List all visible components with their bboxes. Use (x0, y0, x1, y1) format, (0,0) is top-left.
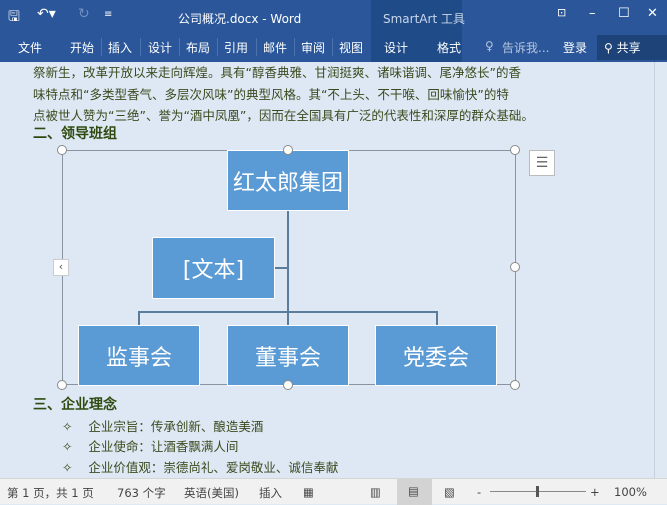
heading-leadership: 二、领导班组 (33, 126, 117, 142)
tab-home[interactable]: 开始 (70, 39, 94, 56)
tab-design[interactable]: 设计 (148, 39, 172, 56)
diamond-bullet-icon: ✧ (62, 460, 73, 475)
save-icon[interactable]: 🖫 (8, 6, 20, 30)
page-count[interactable]: 第 1 页，共 1 页 (7, 485, 94, 501)
paragraph-line: 祭新生，改革开放以来走向辉煌。具有“醇香典雅、甘润挺爽、诸味谐调、尾净悠长”的香 (33, 65, 521, 80)
person-icon: ⚲ (604, 41, 617, 55)
redo-icon[interactable]: ↻ (78, 6, 90, 22)
tell-me-input[interactable]: 告诉我... (502, 39, 549, 56)
macro-record-icon[interactable]: ▦ (303, 485, 314, 499)
resize-handle[interactable] (510, 380, 520, 390)
print-layout-button[interactable]: ▤ (397, 479, 432, 505)
status-bar: 第 1 页，共 1 页 763 个字 英语(美国) 插入 ▦ ▥ ▤ ▧ - +… (0, 478, 667, 505)
list-item: ✧ 企业使命：让酒香飘满人间 (62, 439, 239, 454)
language[interactable]: 英语(美国) (184, 485, 239, 501)
diamond-bullet-icon: ✧ (62, 439, 73, 454)
heading-philosophy: 三、企业理念 (33, 397, 117, 413)
ribbon-display-options-icon[interactable]: ⊡ (557, 6, 566, 19)
connector (138, 311, 140, 325)
zoom-level[interactable]: 100% (614, 485, 647, 499)
document-area[interactable]: 祭新生，改革开放以来走向辉煌。具有“醇香典雅、甘润挺爽、诸味谐调、尾净悠长”的香… (0, 62, 655, 478)
resize-handle[interactable] (283, 380, 293, 390)
paragraph-line: 点被世人赞为“三绝”、誉为“酒中凤凰”，因而在全国具有广泛的代表性和深厚的群众基… (33, 108, 534, 123)
document-title: 公司概况.docx - Word (178, 12, 302, 26)
login-link[interactable]: 登录 (563, 39, 587, 56)
connector (436, 311, 438, 325)
diamond-bullet-icon: ✧ (62, 419, 73, 434)
org-node-child[interactable]: 监事会 (78, 325, 200, 386)
list-item: ✧ 企业宗旨：传承创新、酿造美酒 (62, 419, 264, 434)
context-title: SmartArt 工具 (383, 12, 465, 26)
zoom-out-button[interactable]: - (477, 485, 481, 499)
tab-smartart-format[interactable]: 格式 (437, 39, 461, 56)
tab-layout[interactable]: 布局 (186, 39, 210, 56)
close-icon[interactable]: ✕ (647, 6, 658, 21)
insert-mode[interactable]: 插入 (259, 485, 282, 501)
org-node-child[interactable]: 董事会 (227, 325, 349, 386)
share-button[interactable]: ⚲ 共享 (597, 35, 667, 60)
tab-insert[interactable]: 插入 (108, 39, 132, 56)
print-layout-icon: ▤ (408, 484, 419, 498)
tab-smartart-design[interactable]: 设计 (384, 39, 408, 56)
org-node-top[interactable]: 红太郎集团 (227, 150, 349, 211)
org-node-assistant[interactable]: [文本] (152, 237, 275, 299)
read-mode-icon[interactable]: ▥ (370, 485, 381, 499)
minimize-icon[interactable]: – (589, 6, 596, 21)
resize-handle[interactable] (510, 145, 520, 155)
list-item: ✧ 企业价值观：崇德尚礼、爱岗敬业、诚信奉献 (62, 460, 339, 475)
org-node-child[interactable]: 党委会 (375, 325, 497, 386)
connector (138, 311, 437, 313)
paragraph-line: 味特点和“多类型香气、多层次风味”的典型风格。其“不上头、不干喉、回味愉快”的特 (33, 87, 509, 102)
zoom-slider-thumb[interactable] (536, 486, 539, 497)
connector (275, 267, 288, 269)
resize-handle[interactable] (57, 380, 67, 390)
resize-handle[interactable] (510, 262, 520, 272)
lightbulb-icon: ♀ (485, 39, 494, 53)
web-layout-icon[interactable]: ▧ (444, 485, 455, 499)
resize-handle[interactable] (57, 145, 67, 155)
tab-view[interactable]: 视图 (339, 39, 363, 56)
zoom-in-button[interactable]: + (590, 485, 600, 499)
layout-options-icon[interactable]: ☰ (529, 150, 555, 176)
tab-mailings[interactable]: 邮件 (263, 39, 287, 56)
tab-file[interactable]: 文件 (18, 39, 42, 56)
undo-icon[interactable]: ↶▾ (37, 6, 56, 22)
tab-review[interactable]: 审阅 (301, 39, 325, 56)
maximize-icon[interactable]: ☐ (618, 6, 630, 21)
title-bar: 🖫 ↶▾ ↻ ≡ 公司概况.docx - Word SmartArt 工具 ⊡ … (0, 0, 667, 62)
customize-quick-access-icon[interactable]: ≡ (104, 9, 112, 20)
text-pane-toggle-chevron-icon[interactable]: ‹ (53, 259, 69, 276)
resize-handle[interactable] (283, 145, 293, 155)
tab-references[interactable]: 引用 (224, 39, 248, 56)
word-count[interactable]: 763 个字 (117, 485, 166, 501)
